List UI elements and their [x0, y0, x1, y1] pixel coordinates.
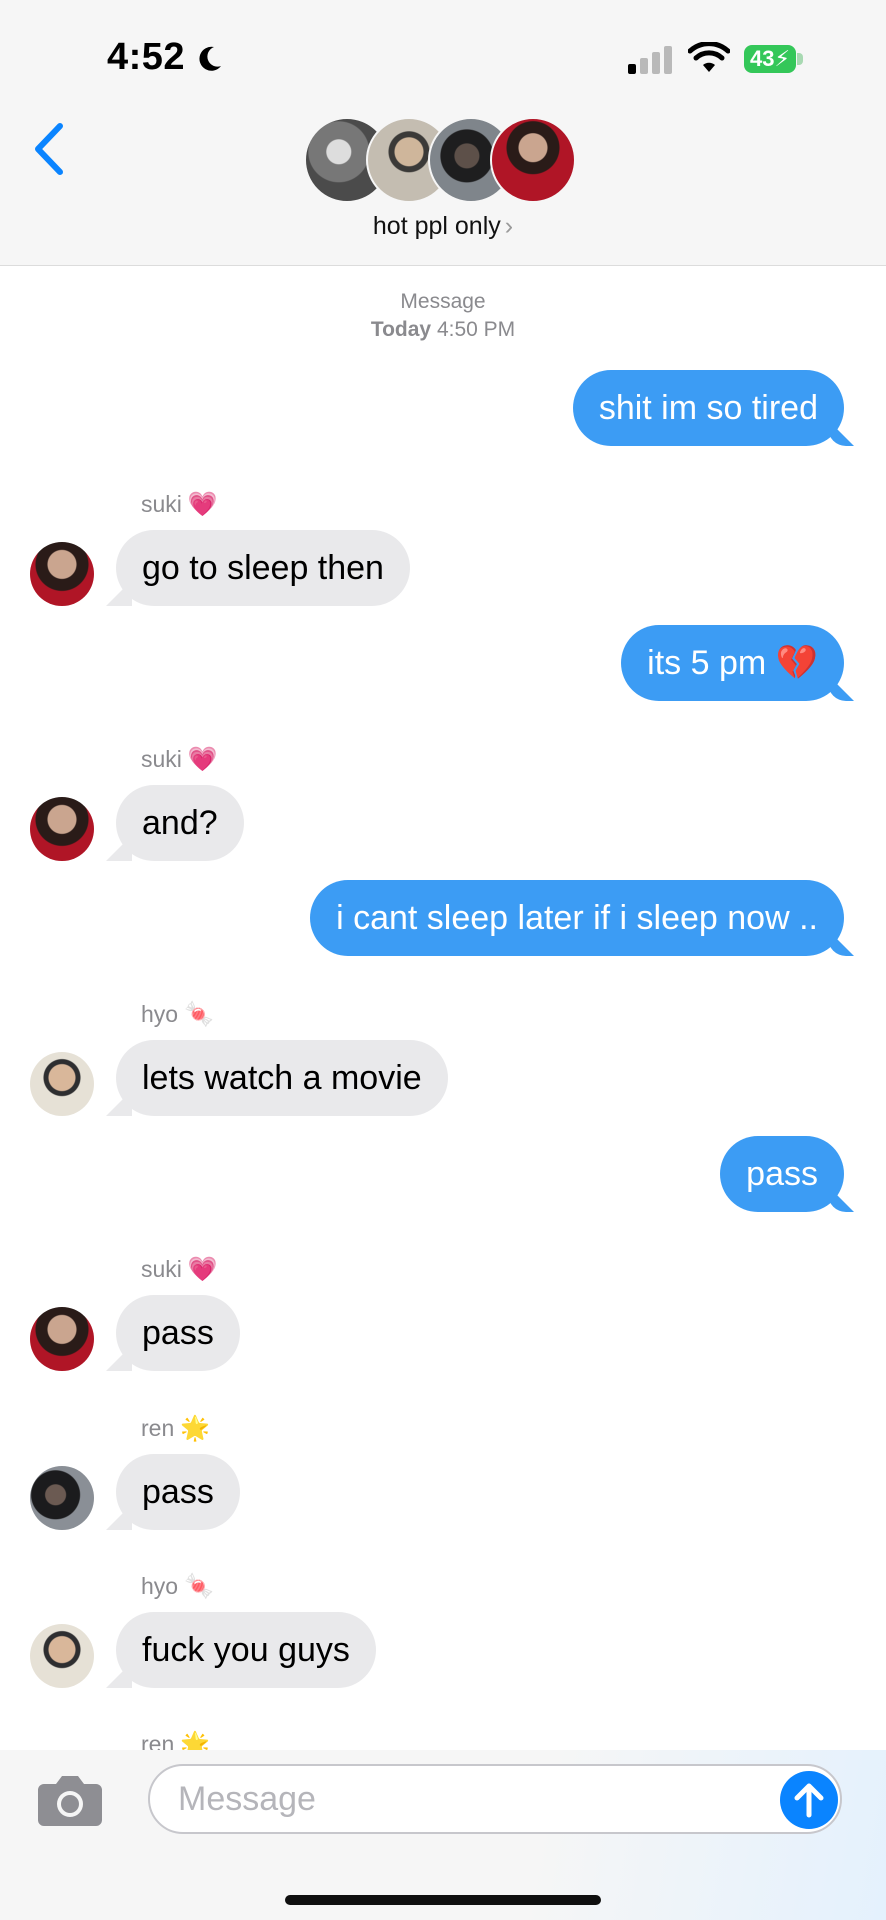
battery-level: 43 — [750, 46, 775, 71]
sender-name: hyo 🍬 — [141, 1000, 214, 1029]
group-avatars[interactable] — [304, 117, 584, 205]
message-text: go to sleep then — [142, 549, 384, 587]
avatar[interactable] — [30, 1624, 94, 1688]
moon-icon — [199, 46, 221, 71]
sender-name: suki 💗 — [141, 490, 218, 519]
message-bubble-outgoing[interactable]: i cant sleep later if i sleep now .. — [310, 880, 844, 956]
sender-emoji: 🍬 — [184, 1573, 214, 1600]
signal-icon — [628, 46, 672, 74]
send-button[interactable] — [780, 1771, 838, 1829]
message-bubble-incoming[interactable]: lets watch a movie — [116, 1040, 448, 1116]
message-bubble-incoming[interactable]: and? — [116, 785, 244, 861]
group-name-label: hot ppl only — [372, 212, 501, 240]
sender-label: hyo — [141, 1001, 179, 1027]
message-text: pass — [142, 1314, 214, 1352]
timestamp-header: Message Today 4:50 PM — [0, 290, 886, 342]
sender-label: hyo — [141, 1573, 179, 1599]
sender-emoji: 🌟 — [180, 1415, 211, 1442]
sender-label: suki — [141, 491, 182, 517]
sender-name: hyo 🍬 — [141, 1572, 214, 1601]
arrow-up-icon — [794, 1783, 824, 1818]
message-text: pass — [746, 1155, 818, 1193]
message-bubble-incoming[interactable]: pass — [116, 1454, 240, 1530]
message-text: pass — [142, 1473, 214, 1511]
sender-label: suki — [141, 1256, 182, 1282]
battery-icon: 43⚡ — [744, 45, 796, 73]
sender-label: suki — [141, 746, 182, 772]
sender-name: suki 💗 — [141, 745, 218, 774]
avatar[interactable] — [30, 542, 94, 606]
group-avatar-4 — [490, 117, 576, 203]
home-indicator[interactable] — [285, 1895, 601, 1905]
message-text: fuck you guys — [142, 1631, 350, 1669]
sender-emoji: 💗 — [187, 491, 218, 518]
avatar[interactable] — [30, 1466, 94, 1530]
wifi-icon — [688, 42, 730, 72]
message-bubble-incoming[interactable]: go to sleep then — [116, 530, 410, 606]
camera-icon[interactable] — [36, 1772, 104, 1828]
avatar[interactable] — [30, 1307, 94, 1371]
time-label: 4:50 PM — [436, 318, 516, 341]
message-bubble-incoming[interactable]: pass — [116, 1295, 240, 1371]
back-chevron-icon[interactable] — [30, 122, 66, 176]
avatar[interactable] — [30, 1052, 94, 1116]
battery-cap — [797, 53, 803, 65]
sender-emoji: 🍬 — [184, 1001, 214, 1028]
message-bubble-incoming[interactable]: fuck you guys — [116, 1612, 376, 1688]
message-text: lets watch a movie — [142, 1059, 422, 1097]
message-bubble-outgoing[interactable]: pass — [720, 1136, 844, 1212]
group-name[interactable]: hot ppl only › — [0, 212, 886, 241]
message-input-placeholder: Message — [178, 1780, 316, 1818]
sender-emoji: 💗 — [187, 1256, 218, 1283]
message-bubble-outgoing[interactable]: its 5 pm 💔 — [621, 625, 844, 701]
sender-name: ren 🌟 — [141, 1414, 210, 1443]
date-label: Today — [370, 318, 432, 341]
sender-label: ren — [141, 1415, 175, 1441]
avatar[interactable] — [30, 797, 94, 861]
message-input[interactable]: Message — [148, 1764, 842, 1834]
compose-bar: Message — [0, 1750, 886, 1920]
sender-emoji: 💗 — [187, 746, 218, 773]
nav-header: 4:52 43⚡ hot ppl only › — [0, 0, 886, 266]
status-time: 4:52 — [107, 36, 186, 78]
message-text: its 5 pm 💔 — [647, 644, 818, 682]
message-text: shit im so tired — [598, 389, 818, 427]
meta-label: Message — [400, 290, 486, 313]
sender-name: suki 💗 — [141, 1255, 218, 1284]
chevron-right-icon: › — [504, 212, 514, 240]
message-text: i cant sleep later if i sleep now .. — [336, 899, 818, 937]
message-text: and? — [142, 804, 218, 842]
message-bubble-outgoing[interactable]: shit im so tired — [572, 370, 844, 446]
